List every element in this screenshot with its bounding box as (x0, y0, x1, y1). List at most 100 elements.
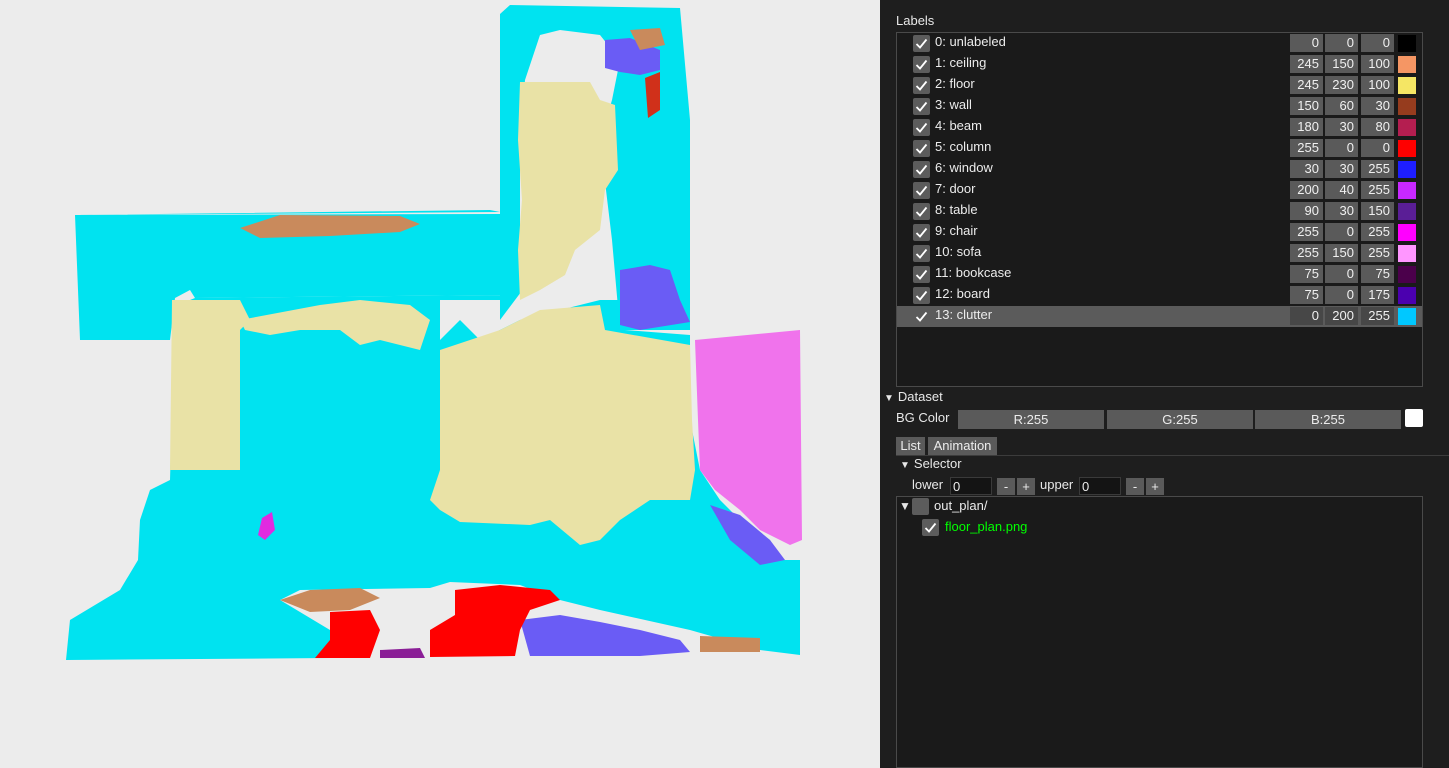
label-row[interactable]: 2: floor 245 230 100 (897, 75, 1422, 96)
label-color-swatch[interactable] (1398, 182, 1416, 199)
label-g-value[interactable]: 0 (1325, 265, 1358, 283)
label-b-value[interactable]: 255 (1361, 181, 1394, 199)
collapse-triangle-icon[interactable]: ▼ (884, 393, 894, 404)
label-r-value[interactable]: 0 (1290, 307, 1323, 325)
label-color-swatch[interactable] (1398, 119, 1416, 136)
label-b-value[interactable]: 255 (1361, 307, 1394, 325)
label-b-value[interactable]: 100 (1361, 55, 1394, 73)
label-visible-checkbox[interactable] (913, 224, 930, 241)
upper-plus-button[interactable]: + (1146, 478, 1164, 495)
label-row[interactable]: 3: wall 150 60 30 (897, 96, 1422, 117)
label-row[interactable]: 10: sofa 255 150 255 (897, 243, 1422, 264)
bg-color-b-slider[interactable]: B:255 (1255, 410, 1401, 429)
label-r-value[interactable]: 180 (1290, 118, 1323, 136)
label-g-value[interactable]: 200 (1325, 307, 1358, 325)
label-g-value[interactable]: 40 (1325, 181, 1358, 199)
label-color-swatch[interactable] (1398, 203, 1416, 220)
label-color-swatch[interactable] (1398, 140, 1416, 157)
label-visible-checkbox[interactable] (913, 35, 930, 52)
tab-animation[interactable]: Animation (928, 437, 997, 455)
label-g-value[interactable]: 150 (1325, 244, 1358, 262)
lower-minus-button[interactable]: - (997, 478, 1015, 495)
label-row[interactable]: 7: door 200 40 255 (897, 180, 1422, 201)
label-visible-checkbox[interactable] (913, 182, 930, 199)
folder-expand-icon[interactable]: ▼ (899, 499, 911, 513)
label-r-value[interactable]: 0 (1290, 34, 1323, 52)
folder-name[interactable]: out_plan/ (934, 498, 988, 513)
label-g-value[interactable]: 230 (1325, 76, 1358, 94)
label-visible-checkbox[interactable] (913, 266, 930, 283)
selector-header[interactable]: ▼ Selector (900, 456, 962, 471)
label-visible-checkbox[interactable] (913, 77, 930, 94)
label-g-value[interactable]: 0 (1325, 34, 1358, 52)
bg-color-g-slider[interactable]: G:255 (1107, 410, 1253, 429)
label-b-value[interactable]: 150 (1361, 202, 1394, 220)
lower-input[interactable]: 0 (950, 477, 992, 495)
point-cloud-viewport[interactable] (0, 0, 880, 768)
label-g-value[interactable]: 30 (1325, 118, 1358, 136)
label-g-value[interactable]: 60 (1325, 97, 1358, 115)
label-r-value[interactable]: 30 (1290, 160, 1323, 178)
label-g-value[interactable]: 0 (1325, 223, 1358, 241)
label-g-value[interactable]: 30 (1325, 202, 1358, 220)
upper-input[interactable]: 0 (1079, 477, 1121, 495)
label-b-value[interactable]: 80 (1361, 118, 1394, 136)
file-name[interactable]: floor_plan.png (945, 519, 1027, 534)
label-r-value[interactable]: 150 (1290, 97, 1323, 115)
label-b-value[interactable]: 175 (1361, 286, 1394, 304)
label-visible-checkbox[interactable] (913, 245, 930, 262)
label-b-value[interactable]: 75 (1361, 265, 1394, 283)
label-color-swatch[interactable] (1398, 224, 1416, 241)
upper-minus-button[interactable]: - (1126, 478, 1144, 495)
label-color-swatch[interactable] (1398, 56, 1416, 73)
label-r-value[interactable]: 255 (1290, 244, 1323, 262)
label-r-value[interactable]: 255 (1290, 223, 1323, 241)
label-r-value[interactable]: 75 (1290, 265, 1323, 283)
label-b-value[interactable]: 255 (1361, 223, 1394, 241)
label-r-value[interactable]: 255 (1290, 139, 1323, 157)
file-tree[interactable]: ▼ out_plan/ floor_plan.png (896, 496, 1423, 768)
label-color-swatch[interactable] (1398, 245, 1416, 262)
label-color-swatch[interactable] (1398, 161, 1416, 178)
label-visible-checkbox[interactable] (913, 161, 930, 178)
collapse-triangle-icon[interactable]: ▼ (900, 460, 910, 471)
label-b-value[interactable]: 255 (1361, 244, 1394, 262)
tab-list[interactable]: List (896, 437, 925, 455)
label-b-value[interactable]: 100 (1361, 76, 1394, 94)
label-visible-checkbox[interactable] (913, 119, 930, 136)
label-visible-checkbox[interactable] (913, 98, 930, 115)
label-b-value[interactable]: 255 (1361, 160, 1394, 178)
label-color-swatch[interactable] (1398, 266, 1416, 283)
label-color-swatch[interactable] (1398, 35, 1416, 52)
label-g-value[interactable]: 0 (1325, 286, 1358, 304)
label-r-value[interactable]: 90 (1290, 202, 1323, 220)
label-row[interactable]: 12: board 75 0 175 (897, 285, 1422, 306)
label-r-value[interactable]: 200 (1290, 181, 1323, 199)
label-g-value[interactable]: 30 (1325, 160, 1358, 178)
label-b-value[interactable]: 0 (1361, 34, 1394, 52)
label-color-swatch[interactable] (1398, 308, 1416, 325)
lower-plus-button[interactable]: + (1017, 478, 1035, 495)
label-row[interactable]: 0: unlabeled 0 0 0 (897, 33, 1422, 54)
folder-checkbox[interactable] (912, 498, 929, 515)
label-g-value[interactable]: 0 (1325, 139, 1358, 157)
label-visible-checkbox[interactable] (913, 56, 930, 73)
labels-list[interactable]: 0: unlabeled 0 0 0 1: ceiling 245 150 100 2: flo… (896, 32, 1423, 387)
label-r-value[interactable]: 245 (1290, 76, 1323, 94)
file-checkbox[interactable] (922, 519, 939, 536)
dataset-header[interactable]: ▼ Dataset (884, 389, 943, 404)
label-visible-checkbox[interactable] (913, 308, 930, 325)
label-row[interactable]: 6: window 30 30 255 (897, 159, 1422, 180)
label-row[interactable]: 4: beam 180 30 80 (897, 117, 1422, 138)
label-row[interactable]: 1: ceiling 245 150 100 (897, 54, 1422, 75)
label-row[interactable]: 13: clutter 0 200 255 (897, 306, 1422, 327)
label-color-swatch[interactable] (1398, 77, 1416, 94)
label-r-value[interactable]: 75 (1290, 286, 1323, 304)
label-row[interactable]: 9: chair 255 0 255 (897, 222, 1422, 243)
bg-color-r-slider[interactable]: R:255 (958, 410, 1104, 429)
label-r-value[interactable]: 245 (1290, 55, 1323, 73)
label-b-value[interactable]: 0 (1361, 139, 1394, 157)
label-color-swatch[interactable] (1398, 98, 1416, 115)
label-row[interactable]: 8: table 90 30 150 (897, 201, 1422, 222)
label-visible-checkbox[interactable] (913, 203, 930, 220)
